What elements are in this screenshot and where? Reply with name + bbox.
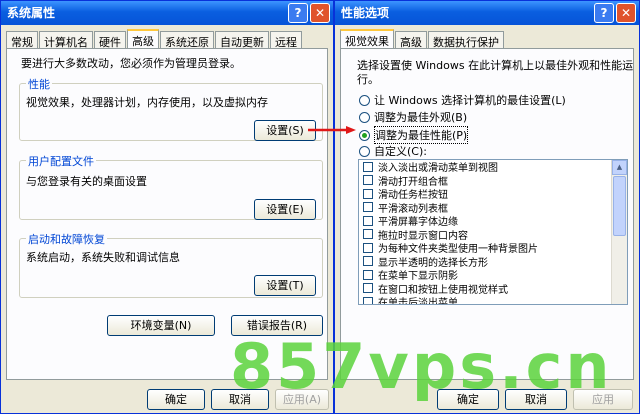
list-item[interactable]: 为每种文件夹类型使用一种背景图片: [359, 241, 627, 255]
checkbox[interactable]: [363, 242, 373, 253]
checkbox[interactable]: [363, 296, 373, 304]
radio-best-appearance[interactable]: 调整为最佳外观(B): [359, 109, 467, 125]
checkbox[interactable]: [363, 202, 373, 213]
checkbox[interactable]: [363, 283, 373, 294]
user-profile-settings-button[interactable]: 设置(E): [254, 199, 316, 220]
visual-effects-list[interactable]: 淡入淡出或滑动菜单到视图 滑动打开组合框 滑动任务栏按钮 平滑滚动列表框 平滑屏…: [358, 159, 628, 305]
list-item[interactable]: 淡入淡出或滑动菜单到视图: [359, 160, 627, 174]
tab-strip: 视觉效果 高级 数据执行保护: [340, 29, 505, 52]
system-properties-titlebar[interactable]: 系统属性 ? ✕: [1, 1, 333, 25]
radio-dot: [359, 145, 370, 157]
help-icon[interactable]: ?: [288, 3, 308, 23]
radio-best-performance[interactable]: 调整为最佳性能(P): [359, 126, 469, 144]
list-scrollbar[interactable]: ▲: [611, 160, 627, 304]
list-item-label: 在单击后淡出菜单: [378, 298, 458, 305]
visual-effects-intro: 选择设置使 Windows 在此计算机上以最佳外观和性能运: [357, 59, 634, 72]
user-profile-label: 用户配置文件: [26, 153, 96, 169]
tab-strip: 常规 计算机名 硬件 高级 系统还原 自动更新 远程: [6, 29, 303, 52]
user-profile-desc: 与您登录有关的桌面设置: [26, 175, 147, 188]
user-profile-group: 用户配置文件 与您登录有关的桌面设置 设置(E): [19, 153, 323, 220]
radio-custom[interactable]: 自定义(C):: [359, 143, 427, 159]
admin-notice: 要进行大多数改动，您必须作为管理员登录。: [21, 57, 241, 70]
startup-recovery-label: 启动和故障恢复: [26, 231, 107, 247]
radio-dot: [359, 94, 370, 106]
performance-settings-button[interactable]: 设置(S): [254, 120, 316, 141]
list-item[interactable]: 滑动打开组合框: [359, 174, 627, 188]
scroll-thumb[interactable]: [613, 176, 626, 236]
checkbox[interactable]: [363, 188, 373, 199]
list-item[interactable]: 平滑屏幕字体边缘: [359, 214, 627, 228]
checkbox[interactable]: [363, 215, 373, 226]
ok-button[interactable]: 确定: [147, 389, 205, 410]
window-title: 系统属性: [7, 6, 56, 20]
checkbox[interactable]: [363, 256, 373, 267]
radio-dot: [359, 111, 370, 123]
help-icon[interactable]: ?: [594, 3, 614, 23]
checkbox[interactable]: [363, 175, 373, 186]
performance-desc: 视觉效果，处理器计划，内存使用，以及虚拟内存: [26, 96, 268, 109]
checkbox[interactable]: [363, 161, 373, 172]
list-item[interactable]: 平滑滚动列表框: [359, 201, 627, 215]
radio-label: 调整为最佳性能(P): [374, 126, 469, 144]
visual-effects-intro-cont: 行。: [357, 73, 379, 86]
environment-variables-button[interactable]: 环境变量(N): [107, 315, 215, 336]
startup-recovery-group: 启动和故障恢复 系统启动，系统失败和调试信息 设置(T): [19, 231, 323, 298]
list-item[interactable]: 滑动任务栏按钮: [359, 187, 627, 201]
checkbox[interactable]: [363, 229, 373, 240]
close-icon[interactable]: ✕: [616, 3, 636, 23]
annotation-arrow-icon: [308, 126, 356, 134]
performance-group: 性能 视觉效果，处理器计划，内存使用，以及虚拟内存 设置(S): [19, 76, 323, 141]
startup-recovery-desc: 系统启动，系统失败和调试信息: [26, 251, 180, 264]
checkbox[interactable]: [363, 269, 373, 280]
list-item[interactable]: 拖拉时显示窗口内容: [359, 228, 627, 242]
list-item[interactable]: 在菜单下显示阴影: [359, 268, 627, 282]
startup-recovery-settings-button[interactable]: 设置(T): [254, 275, 316, 296]
radio-label: 自定义(C):: [374, 145, 427, 158]
performance-options-titlebar[interactable]: 性能选项 ? ✕: [335, 1, 639, 25]
performance-label: 性能: [26, 76, 52, 92]
radio-let-windows-choose[interactable]: 让 Windows 选择计算机的最佳设置(L): [359, 92, 566, 108]
list-item[interactable]: 在单击后淡出菜单: [359, 295, 627, 305]
list-item[interactable]: 显示半透明的选择长方形: [359, 255, 627, 269]
scroll-up-icon[interactable]: ▲: [612, 160, 627, 175]
radio-label: 让 Windows 选择计算机的最佳设置(L): [374, 94, 566, 107]
radio-label: 调整为最佳外观(B): [374, 111, 468, 124]
list-item[interactable]: 在窗口和按钮上使用视觉样式: [359, 282, 627, 296]
close-icon[interactable]: ✕: [310, 3, 330, 23]
radio-dot-selected: [359, 129, 370, 141]
window-title: 性能选项: [341, 6, 390, 20]
watermark: 857vps.cn: [230, 330, 613, 403]
